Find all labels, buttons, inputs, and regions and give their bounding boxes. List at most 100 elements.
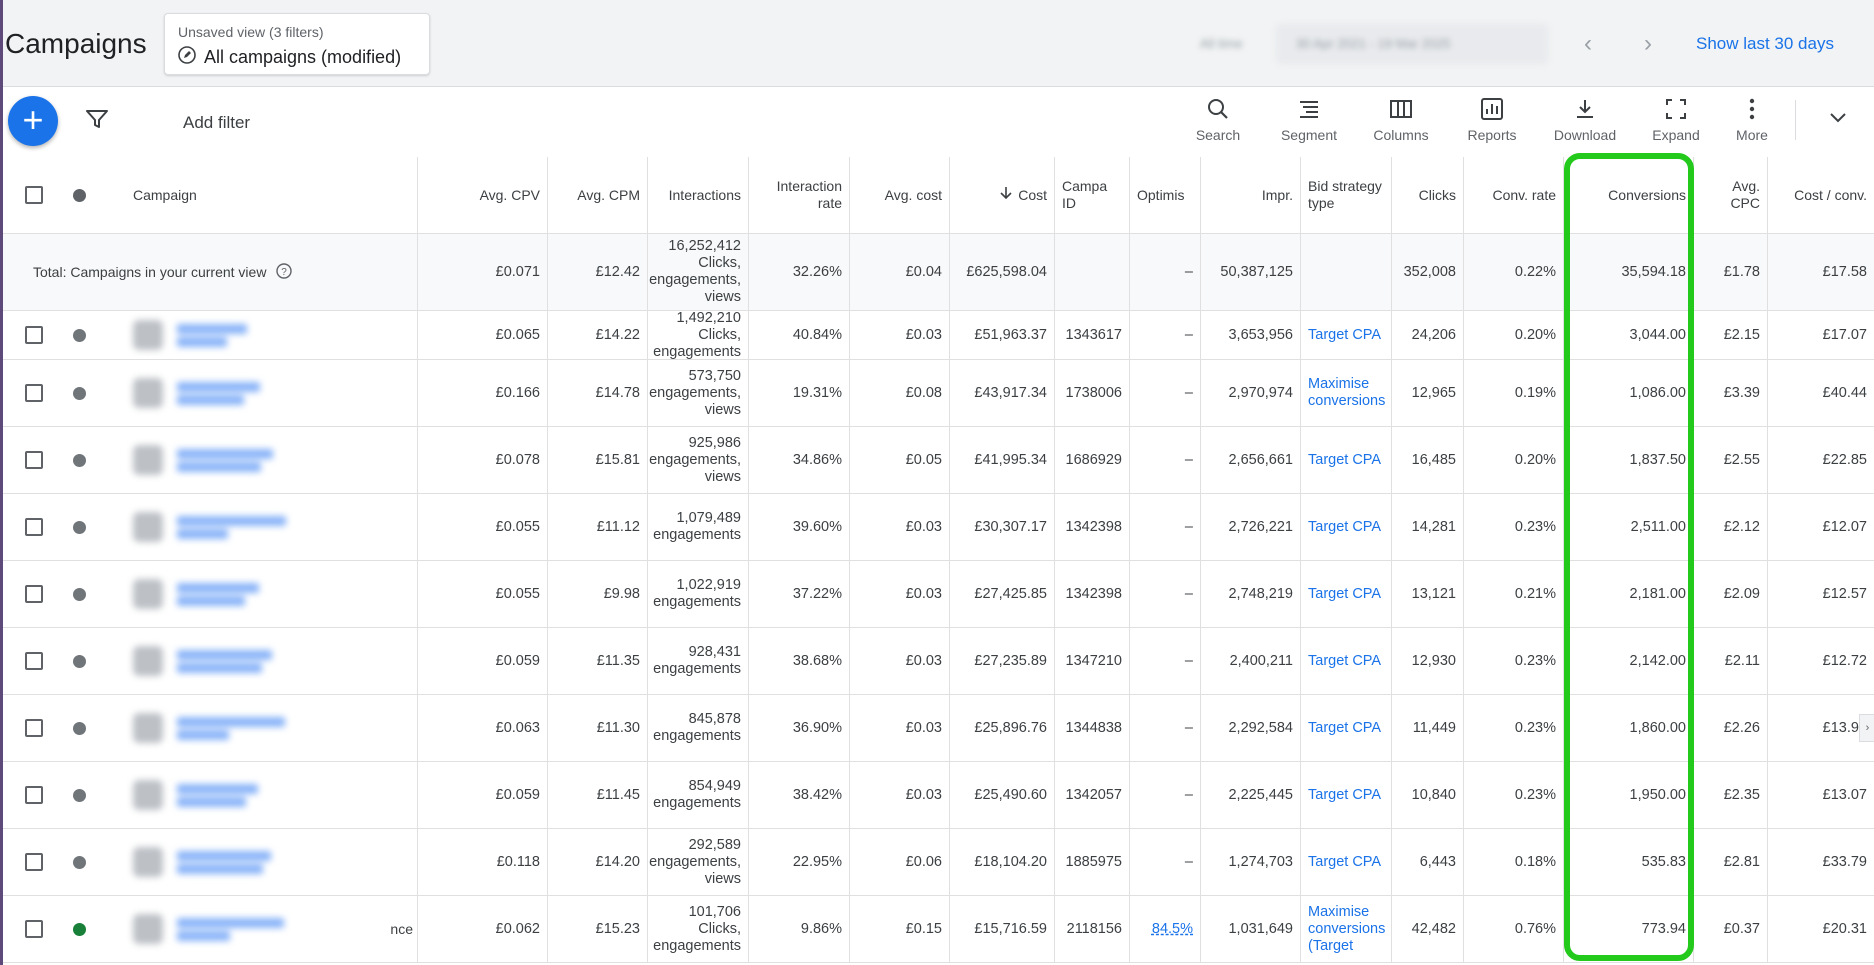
row-checkbox[interactable] (25, 451, 43, 469)
cell-bid-strategy[interactable]: Target CPA (1301, 494, 1392, 560)
paused-status-icon[interactable] (73, 520, 86, 534)
row-status-cell[interactable] (66, 561, 96, 627)
row-checkbox[interactable] (25, 920, 43, 938)
cell-bid-strategy[interactable]: Target CPA (1301, 561, 1392, 627)
row-checkbox-cell[interactable] (18, 311, 58, 359)
segment-tool-button[interactable]: Segment (1269, 97, 1349, 143)
row-checkbox[interactable] (25, 719, 43, 737)
row-checkbox-cell[interactable] (18, 360, 58, 426)
row-status-cell[interactable] (66, 695, 96, 761)
header-cost[interactable]: Cost (950, 157, 1055, 233)
download-tool-button[interactable]: Download (1545, 97, 1625, 143)
paused-status-icon[interactable] (73, 587, 86, 601)
campaign-name-cell[interactable] (126, 561, 418, 627)
row-checkbox[interactable] (25, 786, 43, 804)
filter-icon[interactable] (86, 109, 108, 134)
cell-optimisation[interactable]: 84.5% (1130, 896, 1201, 962)
select-all-checkbox[interactable] (25, 186, 43, 204)
header-clicks[interactable]: Clicks (1392, 157, 1464, 233)
campaign-name-cell[interactable] (126, 494, 418, 560)
row-checkbox-cell[interactable] (18, 695, 58, 761)
campaign-name-cell[interactable]: nce (126, 896, 418, 962)
row-status-cell[interactable] (66, 829, 96, 895)
cell-bid-strategy[interactable]: Target CPA (1301, 695, 1392, 761)
row-checkbox-cell[interactable] (18, 896, 58, 962)
row-checkbox-cell[interactable] (18, 561, 58, 627)
header-avg-cpm[interactable]: Avg. CPM (548, 157, 648, 233)
campaign-name-cell[interactable] (126, 628, 418, 694)
campaign-name-cell[interactable] (126, 360, 418, 426)
header-interactions[interactable]: Interactions (648, 157, 749, 233)
campaign-name-redacted[interactable] (133, 378, 260, 408)
more-tool-button[interactable]: More (1712, 97, 1792, 143)
row-checkbox-cell[interactable] (18, 762, 58, 828)
row-checkbox[interactable] (25, 853, 43, 871)
row-status-cell[interactable] (66, 628, 96, 694)
paused-status-icon[interactable] (73, 721, 86, 735)
campaign-name-redacted[interactable] (133, 320, 247, 350)
row-checkbox-cell[interactable] (18, 427, 58, 493)
enabled-status-icon[interactable] (73, 922, 86, 936)
table-row[interactable]: £0.078 £15.81 925,986 engagements, views 34… (0, 427, 1874, 494)
add-campaign-button[interactable]: + (8, 96, 58, 146)
paused-status-icon[interactable] (73, 855, 86, 869)
campaign-name-redacted[interactable] (133, 445, 273, 475)
row-status-cell[interactable] (66, 494, 96, 560)
campaign-name-redacted[interactable] (133, 646, 272, 676)
cell-bid-strategy[interactable]: Target CPA (1301, 628, 1392, 694)
header-conversions[interactable]: Conversions (1564, 157, 1694, 233)
prev-period-icon[interactable]: ‹ (1584, 30, 1592, 58)
next-period-icon[interactable]: › (1644, 30, 1652, 58)
header-optimisation[interactable]: Optimis (1130, 157, 1201, 233)
add-filter-input[interactable]: Add filter (183, 113, 250, 133)
view-selector[interactable]: Unsaved view (3 filters) All campaigns (… (164, 13, 430, 75)
table-row[interactable]: £0.118 £14.20 292,589 engagements, views 22… (0, 829, 1874, 896)
campaign-name-cell[interactable] (126, 427, 418, 493)
help-icon[interactable]: ? (276, 262, 293, 282)
row-status-cell[interactable] (66, 360, 96, 426)
header-conv-rate[interactable]: Conv. rate (1464, 157, 1564, 233)
select-all-cell[interactable] (18, 157, 58, 233)
row-status-cell[interactable] (66, 311, 96, 359)
campaign-name-redacted[interactable] (133, 780, 258, 810)
campaign-name-redacted[interactable] (133, 847, 271, 877)
row-checkbox[interactable] (25, 384, 43, 402)
cell-bid-strategy[interactable]: Maximise conversions (1301, 360, 1392, 426)
cell-bid-strategy[interactable]: Target CPA (1301, 829, 1392, 895)
cell-bid-strategy[interactable]: Target CPA (1301, 762, 1392, 828)
paused-status-icon[interactable] (73, 328, 86, 342)
campaign-name-cell[interactable] (126, 695, 418, 761)
header-campaign[interactable]: Campaign (126, 157, 418, 233)
row-checkbox-cell[interactable] (18, 628, 58, 694)
columns-tool-button[interactable]: Columns (1361, 97, 1441, 143)
header-avg-cost[interactable]: Avg. cost (850, 157, 950, 233)
campaign-name-redacted[interactable] (133, 512, 286, 542)
scroll-right-icon[interactable]: › (1859, 714, 1874, 742)
header-avg-cpv[interactable]: Avg. CPV (448, 157, 548, 233)
campaign-name-redacted[interactable] (133, 713, 285, 743)
table-row[interactable]: £0.059 £11.45 854,949 engagements 38.42% £0.… (0, 762, 1874, 829)
campaign-name-cell[interactable] (126, 762, 418, 828)
cell-bid-strategy[interactable]: Target CPA (1301, 311, 1392, 359)
row-status-cell[interactable] (66, 762, 96, 828)
paused-status-icon[interactable] (73, 386, 86, 400)
campaign-name-cell[interactable] (126, 311, 418, 359)
cell-bid-strategy[interactable]: Target CPA (1301, 427, 1392, 493)
row-checkbox[interactable] (25, 652, 43, 670)
paused-status-icon[interactable] (73, 654, 86, 668)
search-tool-button[interactable]: Search (1178, 97, 1258, 143)
row-checkbox[interactable] (25, 326, 43, 344)
table-row[interactable]: £0.063 £11.30 845,878 engagements 36.90% £0.… (0, 695, 1874, 762)
table-row[interactable]: £0.059 £11.35 928,431 engagements 38.68% £0.… (0, 628, 1874, 695)
row-checkbox-cell[interactable] (18, 494, 58, 560)
campaign-name-redacted[interactable] (133, 579, 259, 609)
row-status-cell[interactable] (66, 427, 96, 493)
row-checkbox-cell[interactable] (18, 829, 58, 895)
row-checkbox[interactable] (25, 585, 43, 603)
row-status-cell[interactable] (66, 896, 96, 962)
campaign-name-cell[interactable] (126, 829, 418, 895)
cell-bid-strategy[interactable]: Maximise conversions (Target (1301, 896, 1392, 962)
table-row[interactable]: £0.055 £9.98 1,022,919 engagements 37.22% £0… (0, 561, 1874, 628)
header-cost-conv[interactable]: Cost / conv. (1768, 157, 1874, 233)
header-campaign-id[interactable]: Campa ID (1055, 157, 1130, 233)
